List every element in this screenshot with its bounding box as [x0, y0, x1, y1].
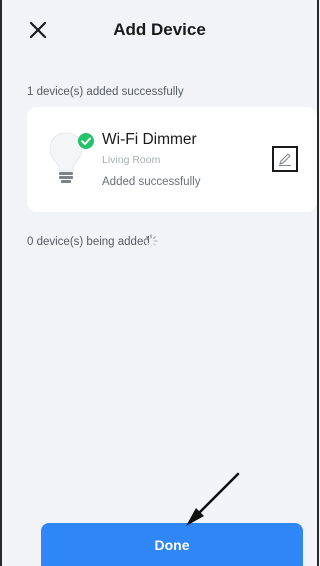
page-title: Add Device: [113, 20, 206, 39]
device-status: Added successfully: [102, 176, 201, 188]
check-circle-icon: [78, 133, 94, 149]
device-room: Living Room: [102, 154, 161, 166]
done-button[interactable]: Done: [41, 523, 303, 566]
pending-section-label: 0 device(s) being added: [27, 236, 150, 248]
loading-spinner-icon: [144, 234, 158, 248]
device-name: Wi-Fi Dimmer: [102, 131, 197, 148]
header-bar: Add Device: [0, 0, 319, 60]
added-section-label: 1 device(s) added successfully: [27, 86, 184, 98]
device-card[interactable]: Wi-Fi Dimmer Living Room Added successfu…: [27, 107, 317, 212]
screen-frame: [0, 0, 319, 566]
edit-pencil-icon[interactable]: [272, 146, 298, 172]
